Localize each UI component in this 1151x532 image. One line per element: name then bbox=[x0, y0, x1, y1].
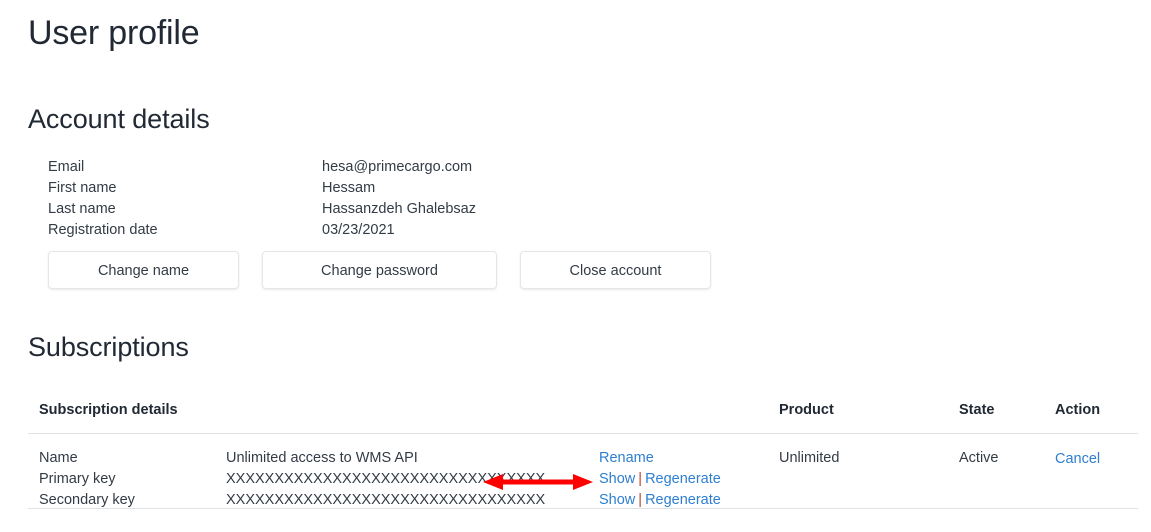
account-details-heading: Account details bbox=[28, 104, 210, 134]
detail-row-first-name: First name Hessam bbox=[48, 178, 668, 199]
link-separator: | bbox=[638, 471, 643, 487]
show-primary-key-link[interactable]: Show bbox=[599, 471, 635, 487]
cell-state: Active bbox=[959, 450, 999, 466]
value-secondary-key: XXXXXXXXXXXXXXXXXXXXXXXXXXXXXXXXX bbox=[226, 492, 546, 508]
column-header-state: State bbox=[959, 402, 995, 418]
secondary-key-links: Show | Regenerate bbox=[599, 490, 779, 511]
link-separator: | bbox=[638, 492, 643, 508]
detail-value-email: hesa@primecargo.com bbox=[322, 159, 473, 175]
rename-link[interactable]: Rename bbox=[599, 450, 654, 466]
label-secondary-key: Secondary key bbox=[39, 492, 135, 508]
column-header-action: Action bbox=[1055, 402, 1101, 418]
label-name: Name bbox=[39, 450, 78, 466]
detail-row-registration-date: Registration date 03/23/2021 bbox=[48, 220, 668, 241]
subscriptions-heading: Subscriptions bbox=[28, 332, 189, 362]
page-title: User profile bbox=[28, 14, 200, 52]
subscription-row-links: Rename Show | Regenerate Show | Regenerate bbox=[599, 448, 779, 511]
user-profile-page: User profile Account details Email hesa@… bbox=[0, 0, 1151, 532]
detail-value-last-name: Hassanzdeh Ghalebsaz bbox=[322, 201, 476, 217]
subscriptions-table: Subscription details Product State Actio… bbox=[28, 400, 1138, 509]
table-row: Name Primary key Secondary key Unlimited… bbox=[28, 434, 1138, 509]
value-name: Unlimited access to WMS API bbox=[226, 450, 418, 466]
detail-label-registration-date: Registration date bbox=[48, 222, 158, 238]
account-details-list: Email hesa@primecargo.com First name Hes… bbox=[48, 157, 668, 241]
change-name-button[interactable]: Change name bbox=[48, 251, 239, 289]
detail-label-email: Email bbox=[48, 159, 85, 175]
detail-row-email: Email hesa@primecargo.com bbox=[48, 157, 668, 178]
cancel-subscription-link[interactable]: Cancel bbox=[1055, 451, 1100, 467]
detail-value-registration-date: 03/23/2021 bbox=[322, 222, 395, 238]
close-account-button[interactable]: Close account bbox=[520, 251, 711, 289]
cell-action: Cancel bbox=[1055, 448, 1100, 470]
detail-label-last-name: Last name bbox=[48, 201, 116, 217]
label-primary-key: Primary key bbox=[39, 471, 116, 487]
table-header-row: Subscription details Product State Actio… bbox=[28, 400, 1138, 433]
show-secondary-key-link[interactable]: Show bbox=[599, 492, 635, 508]
cell-product: Unlimited bbox=[779, 450, 840, 466]
regenerate-secondary-key-link[interactable]: Regenerate bbox=[645, 492, 721, 508]
subscription-field-values: Unlimited access to WMS API XXXXXXXXXXXX… bbox=[226, 448, 566, 511]
detail-row-last-name: Last name Hassanzdeh Ghalebsaz bbox=[48, 199, 668, 220]
column-header-subscription-details: Subscription details bbox=[39, 402, 178, 418]
regenerate-primary-key-link[interactable]: Regenerate bbox=[645, 471, 721, 487]
change-password-button[interactable]: Change password bbox=[262, 251, 497, 289]
detail-label-first-name: First name bbox=[48, 180, 117, 196]
detail-value-first-name: Hessam bbox=[322, 180, 376, 196]
value-primary-key: XXXXXXXXXXXXXXXXXXXXXXXXXXXXXXXXX bbox=[226, 471, 546, 487]
subscription-field-labels: Name Primary key Secondary key bbox=[39, 448, 229, 511]
account-actions: Change name Change password Close accoun… bbox=[48, 251, 711, 289]
rename-link-row: Rename bbox=[599, 448, 779, 469]
column-header-product: Product bbox=[779, 402, 834, 418]
primary-key-links: Show | Regenerate bbox=[599, 469, 779, 490]
